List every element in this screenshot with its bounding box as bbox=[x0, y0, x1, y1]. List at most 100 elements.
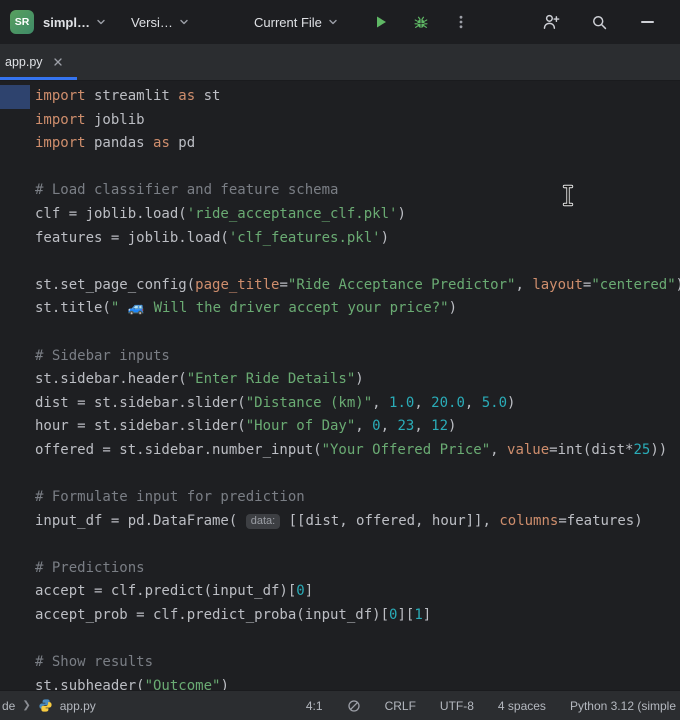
statusbar-widgets: 4:1 CRLF UTF-8 4 spaces Python 3.12 (sim… bbox=[306, 699, 676, 713]
inspections-circle-slash-icon[interactable] bbox=[347, 699, 361, 713]
code-editor[interactable]: import streamlit as st import joblib impor… bbox=[0, 81, 680, 690]
code-token: "Hour of Day" bbox=[245, 418, 356, 435]
toolbar-right-group bbox=[538, 0, 660, 44]
code-token: , bbox=[414, 418, 432, 435]
user-plus-icon bbox=[542, 13, 560, 31]
code-token: , bbox=[515, 276, 533, 293]
line-separator-widget[interactable]: CRLF bbox=[385, 699, 416, 713]
code-token: 1.0 bbox=[389, 394, 415, 411]
code-token: "Enter Ride Details" bbox=[186, 371, 356, 388]
code-line: # Load classifier and feature schema bbox=[35, 179, 680, 203]
code-token: , bbox=[464, 394, 482, 411]
code-line: offered = st.sidebar.number_input("Your … bbox=[35, 439, 680, 463]
code-line: features = joblib.load('clf_features.pkl… bbox=[35, 227, 680, 251]
code-line: import pandas as pd bbox=[35, 132, 680, 156]
code-token: 20.0 bbox=[431, 394, 465, 411]
interpreter-widget[interactable]: Python 3.12 (simple bbox=[570, 699, 676, 713]
code-token: import bbox=[35, 111, 86, 128]
tab-close-icon[interactable] bbox=[51, 55, 65, 69]
code-token: , bbox=[355, 418, 373, 435]
code-token: 'clf_features.pkl' bbox=[228, 229, 381, 246]
code-token: 25 bbox=[633, 441, 651, 458]
code-token: , bbox=[380, 418, 398, 435]
code-line: st.title(" 🚙 Will the driver accept your… bbox=[35, 297, 680, 321]
project-avatar[interactable]: SR bbox=[10, 10, 34, 34]
kebab-menu-icon bbox=[453, 14, 469, 30]
code-token: ) bbox=[676, 277, 680, 293]
code-line: st.subheader("Outcome") bbox=[35, 675, 680, 690]
code-token: "Ride Acceptance Predictor" bbox=[287, 276, 516, 293]
code-line: clf = joblib.load('ride_acceptance_clf.p… bbox=[35, 203, 680, 227]
code-token: as bbox=[178, 88, 196, 104]
code-line: import streamlit as st bbox=[35, 85, 680, 109]
debug-button[interactable] bbox=[408, 9, 434, 35]
code-token: st.set_page_config( bbox=[35, 276, 196, 293]
code-token: =int(dist* bbox=[549, 441, 634, 458]
code-token: # Load classifier and feature schema bbox=[35, 182, 339, 199]
breadcrumb-file[interactable]: app.py bbox=[60, 699, 96, 713]
code-token: hour = st.sidebar.slider( bbox=[35, 418, 246, 435]
code-token: [[dist, offered, hour]], bbox=[280, 512, 500, 529]
code-token: dist = st.sidebar.slider( bbox=[35, 394, 246, 411]
code-token: , bbox=[372, 394, 390, 411]
code-line: st.sidebar.header("Enter Ride Details") bbox=[35, 368, 680, 392]
code-token: , bbox=[414, 394, 432, 411]
code-token: "Your Offered Price" bbox=[321, 441, 491, 458]
encoding-widget[interactable]: UTF-8 bbox=[440, 699, 474, 713]
code-token: st.sidebar.header( bbox=[35, 371, 187, 388]
python-file-icon bbox=[38, 698, 53, 713]
chevron-right-icon: ❯ bbox=[22, 700, 31, 711]
code-token: st.subheader( bbox=[35, 677, 145, 690]
code-token: ) bbox=[355, 371, 364, 388]
tab-app-py[interactable]: app.py bbox=[0, 44, 77, 80]
code-with-me-button[interactable] bbox=[538, 9, 564, 35]
caret-position-widget[interactable]: 4:1 bbox=[306, 699, 323, 713]
code-token: accept_prob = clf.predict_proba(input_df… bbox=[35, 607, 390, 624]
vcs-branch-selector[interactable]: Versi… bbox=[129, 11, 193, 34]
code-token: 0 bbox=[372, 418, 381, 435]
toolbar-center-group: Current File bbox=[252, 0, 342, 44]
code-token: streamlit bbox=[85, 88, 179, 104]
code-token: joblib bbox=[85, 111, 145, 128]
indent-widget[interactable]: 4 spaces bbox=[498, 699, 546, 713]
project-selector[interactable]: simpl… bbox=[41, 11, 110, 34]
ide-window: SR simpl… Versi… Current File app.py imp… bbox=[0, 0, 680, 720]
code-line: accept = clf.predict(input_df)[0] bbox=[35, 580, 680, 604]
editor-tab-bar: app.py bbox=[0, 44, 680, 81]
toolbar-left-group: SR simpl… Versi… bbox=[10, 0, 193, 44]
code-token: "Distance (km)" bbox=[245, 394, 373, 411]
breadcrumbs: de ❯ app.py bbox=[2, 698, 96, 713]
code-token: 5.0 bbox=[481, 394, 508, 411]
more-actions-button[interactable] bbox=[448, 9, 474, 35]
search-everywhere-button[interactable] bbox=[586, 9, 612, 35]
run-configuration-name: Current File bbox=[254, 14, 322, 30]
code-token: # Formulate input for prediction bbox=[35, 489, 305, 506]
code-line: hour = st.sidebar.slider("Hour of Day", … bbox=[35, 415, 680, 439]
code-token: ] bbox=[422, 607, 432, 624]
breadcrumb-folder[interactable]: de bbox=[2, 699, 15, 713]
code-token: ) bbox=[397, 205, 406, 222]
code-token: accept = clf.predict(input_df)[ bbox=[35, 583, 297, 600]
code-token: "centered" bbox=[591, 276, 676, 293]
code-line: # Sidebar inputs bbox=[35, 345, 680, 369]
code-token: # Show results bbox=[35, 654, 154, 671]
code-token: ) bbox=[507, 394, 516, 411]
code-line: dist = st.sidebar.slider("Distance (km)"… bbox=[35, 392, 680, 416]
code-token: = bbox=[279, 276, 288, 293]
minimize-button[interactable] bbox=[634, 9, 660, 35]
code-token: ) bbox=[380, 229, 390, 246]
code-line: import joblib bbox=[35, 109, 680, 133]
code-token: input_df = pd.DataFrame( bbox=[35, 512, 246, 529]
code-token: pandas bbox=[85, 135, 154, 152]
code-line: # Formulate input for prediction bbox=[35, 486, 680, 510]
run-configuration-selector[interactable]: Current File bbox=[252, 11, 342, 34]
play-icon bbox=[373, 14, 389, 30]
code-token: import bbox=[35, 135, 86, 152]
code-token: columns bbox=[499, 512, 559, 529]
code-token: 1 bbox=[414, 607, 423, 624]
run-button[interactable] bbox=[368, 9, 394, 35]
code-token: ) bbox=[448, 300, 458, 317]
